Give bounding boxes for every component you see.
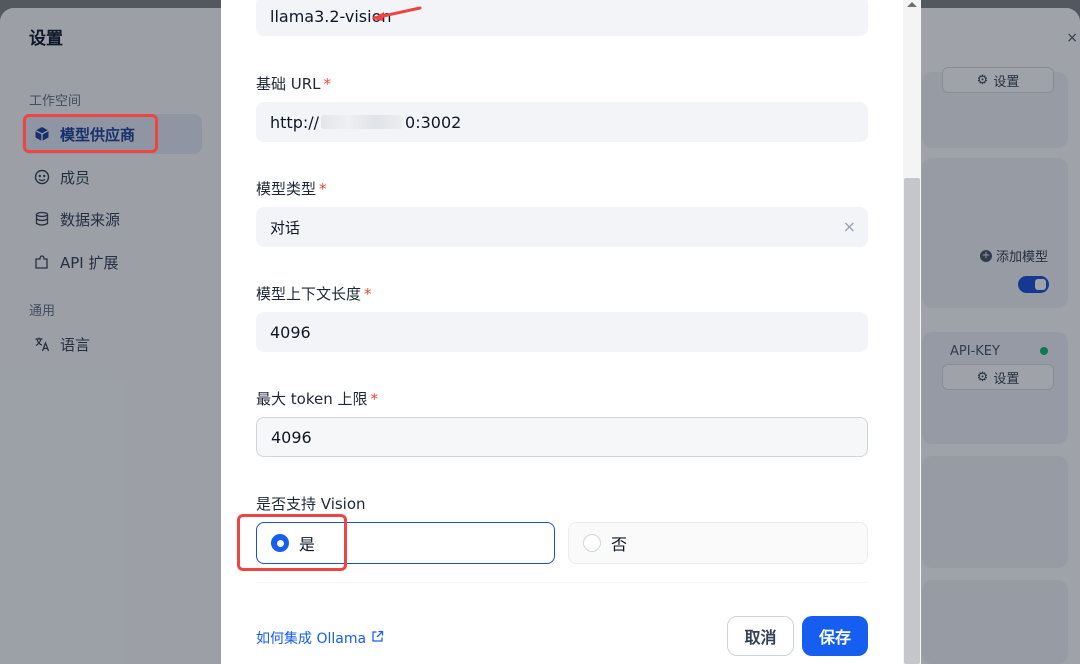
scroll-up-arrow-icon[interactable] [907,2,917,7]
radio-label: 否 [611,535,628,554]
context-length-input[interactable]: 4096 [256,312,868,352]
radio-checked-icon [271,534,289,552]
vision-no-radio[interactable]: 否 [568,522,868,564]
model-type-label: 模型类型 * [256,178,327,199]
model-type-select[interactable]: 对话 × [256,207,868,247]
cancel-button[interactable]: 取消 [727,616,794,656]
max-token-label: 最大 token 上限 * [256,388,378,409]
context-length-label: 模型上下文长度 * [256,283,372,304]
vision-support-label: 是否支持 Vision [256,495,366,513]
required-mark: * [323,75,332,93]
help-link-text: 如何集成 Ollama [256,631,367,647]
base-url-input[interactable]: http:// 0:3002 [256,102,868,142]
required-mark: * [319,180,327,198]
base-url-prefix: http:// [270,112,320,132]
external-link-icon [371,630,384,647]
radio-label: 是 [299,535,316,554]
vision-yes-radio[interactable]: 是 [256,522,555,564]
required-mark: * [370,390,378,408]
context-length-value: 4096 [270,322,311,342]
clear-icon[interactable]: × [843,217,856,236]
scrollbar-thumb[interactable] [904,178,920,664]
label-text: 模型类型 [256,180,317,198]
label-text: 基础 URL [256,75,321,93]
divider [256,582,868,583]
ollama-help-link[interactable]: 如何集成 Ollama [256,628,384,648]
annotation-arrow-icon [372,6,422,21]
save-button[interactable]: 保存 [802,616,868,656]
label-text: 最大 token 上限 [256,390,368,408]
max-token-input[interactable]: 4096 [256,417,868,457]
max-token-value: 4096 [271,427,312,447]
base-url-label: 基础 URL * [256,73,331,94]
base-url-suffix: 0:3002 [405,112,462,132]
required-mark: * [364,285,372,303]
label-text: 模型上下文长度 [256,285,362,303]
model-name-input[interactable]: llama3.2-vision [256,0,868,36]
model-type-value: 对话 [270,218,301,237]
redacted-ip-mask [321,115,404,129]
radio-unchecked-icon [583,534,601,552]
